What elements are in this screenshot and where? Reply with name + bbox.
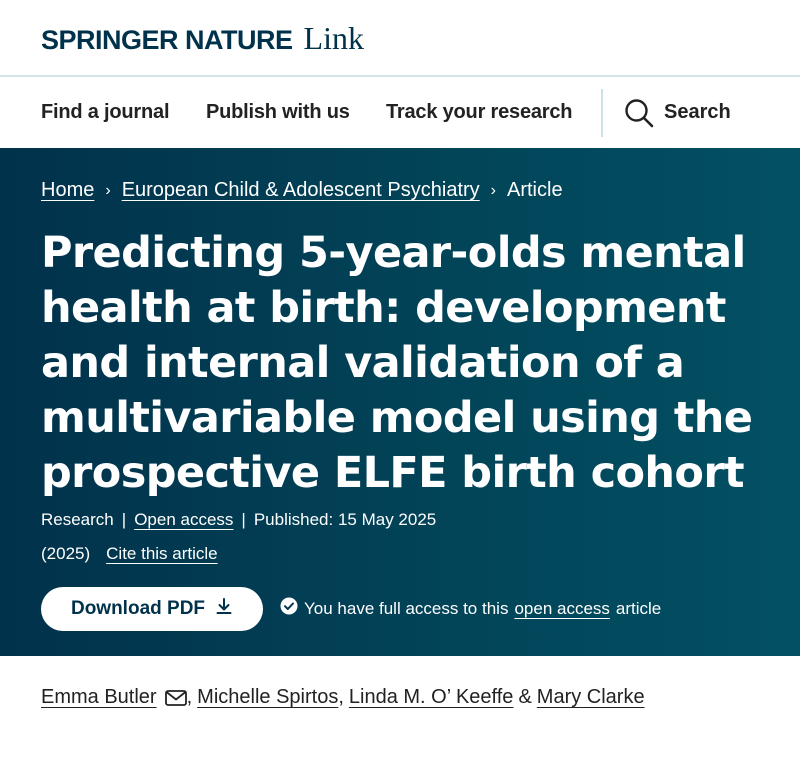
- breadcrumb-separator: ›: [105, 181, 111, 199]
- nav-divider: [601, 89, 603, 137]
- breadcrumb-home[interactable]: Home: [41, 179, 94, 202]
- search-label: Search: [664, 101, 731, 123]
- cite-this-article-link[interactable]: Cite this article: [106, 544, 217, 564]
- logo-bar: SPRINGER NATURE Link: [0, 0, 800, 77]
- mail-icon[interactable]: [164, 689, 187, 706]
- access-note-open-access-link[interactable]: open access: [514, 599, 609, 619]
- author-separator: ,: [338, 686, 344, 708]
- article-year: (2025): [41, 544, 91, 563]
- author-link[interactable]: Mary Clarke: [537, 686, 645, 709]
- meta-divider: |: [241, 510, 246, 529]
- site-header: SPRINGER NATURE Link Find a journal Publ…: [0, 0, 800, 148]
- meta-divider: |: [121, 510, 127, 529]
- nav-find-a-journal[interactable]: Find a journal: [41, 77, 170, 148]
- breadcrumb-separator: ›: [490, 181, 496, 199]
- nav-track-your-research[interactable]: Track your research: [386, 77, 573, 148]
- access-note-suffix: article: [615, 598, 662, 618]
- article-meta: Research | Open access | Published: 15 M…: [41, 510, 436, 530]
- main-nav: Find a journal Publish with us Track you…: [0, 77, 800, 148]
- author-list: Emma Butler , Michelle Spirtos , Linda M…: [41, 686, 645, 709]
- article-citation: (2025) Cite this article: [41, 544, 218, 564]
- download-pdf-label: Download PDF: [70, 598, 206, 619]
- download-icon: [215, 597, 233, 621]
- download-pdf-button[interactable]: Download PDF: [41, 587, 263, 631]
- springer-nature-link-logo[interactable]: SPRINGER NATURE Link: [41, 20, 364, 57]
- author-ampersand: &: [518, 686, 532, 708]
- nav-publish-with-us[interactable]: Publish with us: [206, 77, 350, 148]
- check-circle-icon: [280, 597, 298, 620]
- access-note: You have full access to this open access…: [280, 597, 661, 620]
- article-hero: Home › European Child & Adolescent Psych…: [0, 148, 800, 656]
- open-access-link[interactable]: Open access: [134, 510, 233, 530]
- author-link[interactable]: Emma Butler: [41, 686, 157, 709]
- author-link[interactable]: Michelle Spirtos: [197, 686, 338, 709]
- search-button[interactable]: Search: [624, 77, 731, 148]
- author-link[interactable]: Linda M. O’ Keeffe: [349, 686, 514, 709]
- author-separator: ,: [186, 686, 193, 708]
- article-type: Research: [41, 510, 114, 529]
- search-icon: [624, 98, 654, 128]
- published-date: Published: 15 May 2025: [253, 510, 437, 529]
- article-title: Predicting 5-year-olds mental health at …: [41, 228, 753, 498]
- breadcrumb: Home › European Child & Adolescent Psych…: [41, 179, 563, 202]
- breadcrumb-journal[interactable]: European Child & Adolescent Psychiatry: [122, 179, 480, 202]
- logo-secondary: Link: [303, 20, 364, 56]
- access-note-prefix: You have full access to this: [304, 598, 509, 618]
- breadcrumb-current: Article: [507, 179, 563, 201]
- logo-primary: SPRINGER NATURE: [41, 25, 293, 55]
